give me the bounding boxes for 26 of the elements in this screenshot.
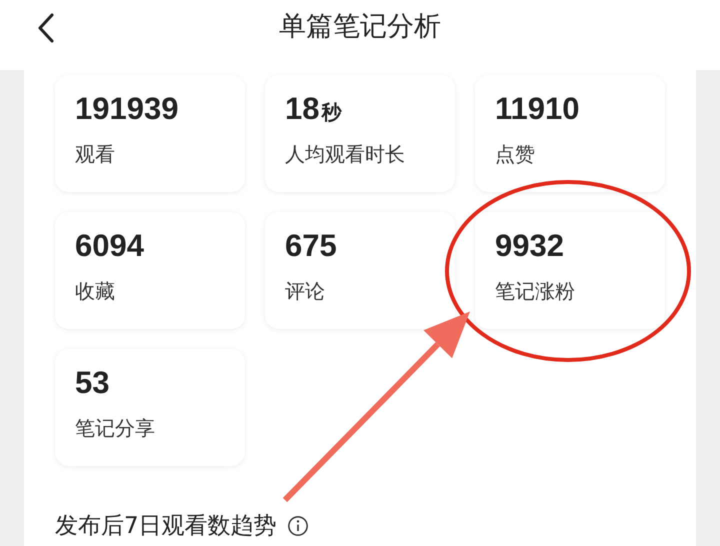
stat-value: 18 — [285, 91, 320, 126]
stat-label: 点赞 — [495, 141, 536, 168]
stat-label: 观看 — [75, 141, 116, 168]
stat-card[interactable]: 6094 收藏 — [55, 212, 245, 329]
stat-value: 675 — [285, 228, 337, 263]
page-title: 单篇笔记分析 — [279, 10, 441, 44]
stat-card[interactable]: 191939 观看 — [55, 75, 245, 192]
back-icon[interactable] — [36, 12, 56, 44]
stat-label: 笔记涨粉 — [495, 278, 576, 305]
stat-label: 人均观看时长 — [285, 141, 406, 168]
stat-label: 笔记分享 — [75, 415, 156, 442]
stat-unit: 秒 — [321, 102, 342, 124]
stat-value: 11910 — [495, 91, 580, 126]
stat-label: 评论 — [285, 278, 326, 305]
info-icon[interactable] — [286, 514, 309, 536]
stat-card[interactable]: 675 评论 — [265, 212, 455, 329]
stat-value: 6094 — [75, 228, 144, 263]
stat-label: 收藏 — [75, 278, 116, 305]
section-title: 发布后7日观看数趋势 — [55, 512, 277, 541]
stat-value: 9932 — [495, 228, 564, 263]
stat-card[interactable]: 18秒 人均观看时长 — [265, 75, 455, 192]
stat-card[interactable]: 9932 笔记涨粉 — [475, 212, 665, 329]
stat-value: 53 — [75, 365, 110, 400]
stat-value: 191939 — [75, 91, 178, 126]
stat-card[interactable]: 11910 点赞 — [475, 75, 665, 192]
stat-card[interactable]: 53 笔记分享 — [55, 349, 245, 466]
